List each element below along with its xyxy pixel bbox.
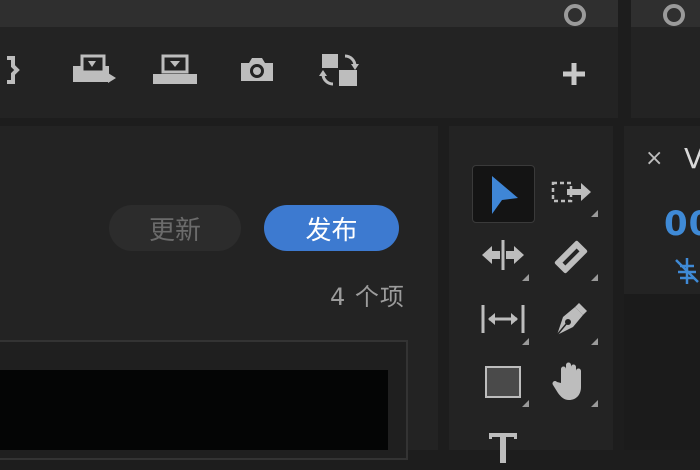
tool-group-corner [591,338,598,345]
program-monitor-scrub-strip[interactable] [0,0,618,27]
close-tab-button[interactable]: × [645,146,663,171]
swap-button[interactable] [314,50,364,90]
lift-to-monitor-icon [151,52,199,88]
tool-group-corner [522,338,529,345]
pen-tool[interactable] [546,294,596,344]
timeline-tab-label[interactable]: V [684,142,700,175]
type-tool-icon [483,425,523,465]
ripple-edit-tool-icon [480,238,526,272]
rectangle-tool-icon [483,364,523,400]
playhead-ring-icon[interactable] [564,4,586,26]
add-icon [560,60,588,88]
razor-tool-icon [551,237,591,277]
pen-tool-icon [551,299,591,339]
tool-group-corner [522,400,529,407]
hand-tool-icon [551,361,591,403]
track-select-forward-tool[interactable] [546,168,596,218]
source-playhead-ring-icon[interactable] [663,4,685,26]
insert-button[interactable] [0,50,28,90]
razor-tool[interactable] [546,232,596,282]
add-button[interactable] [549,54,599,94]
insert-icon [0,52,23,88]
export-frame-button[interactable] [232,50,282,90]
timecode-display[interactable]: 00 [664,204,700,244]
camera-icon [237,54,277,86]
swap-icon [317,50,361,90]
tool-group-corner [591,210,598,217]
tool-group-corner [591,274,598,281]
rectangle-tool[interactable] [478,357,528,407]
publish-button[interactable]: 发布 [264,205,399,251]
tool-group-corner [522,274,529,281]
snap-icon[interactable] [672,254,700,288]
track-select-forward-icon [549,177,593,209]
selection-tool-icon [486,172,522,216]
selection-tool[interactable] [472,165,535,223]
type-tool[interactable] [478,420,528,470]
update-button[interactable]: 更新 [109,205,241,251]
hand-tool[interactable] [546,357,596,407]
slip-tool[interactable] [478,294,528,344]
tool-group-corner [591,400,598,407]
export-frame-clip-button[interactable] [69,50,119,90]
item-count: 4 个项 [330,283,405,311]
ripple-edit-tool[interactable] [478,230,528,280]
thumbnail-preview[interactable] [0,370,388,450]
lift-to-monitor-button[interactable] [150,50,200,90]
export-frame-clip-icon [70,52,118,88]
slip-tool-icon [479,302,527,336]
